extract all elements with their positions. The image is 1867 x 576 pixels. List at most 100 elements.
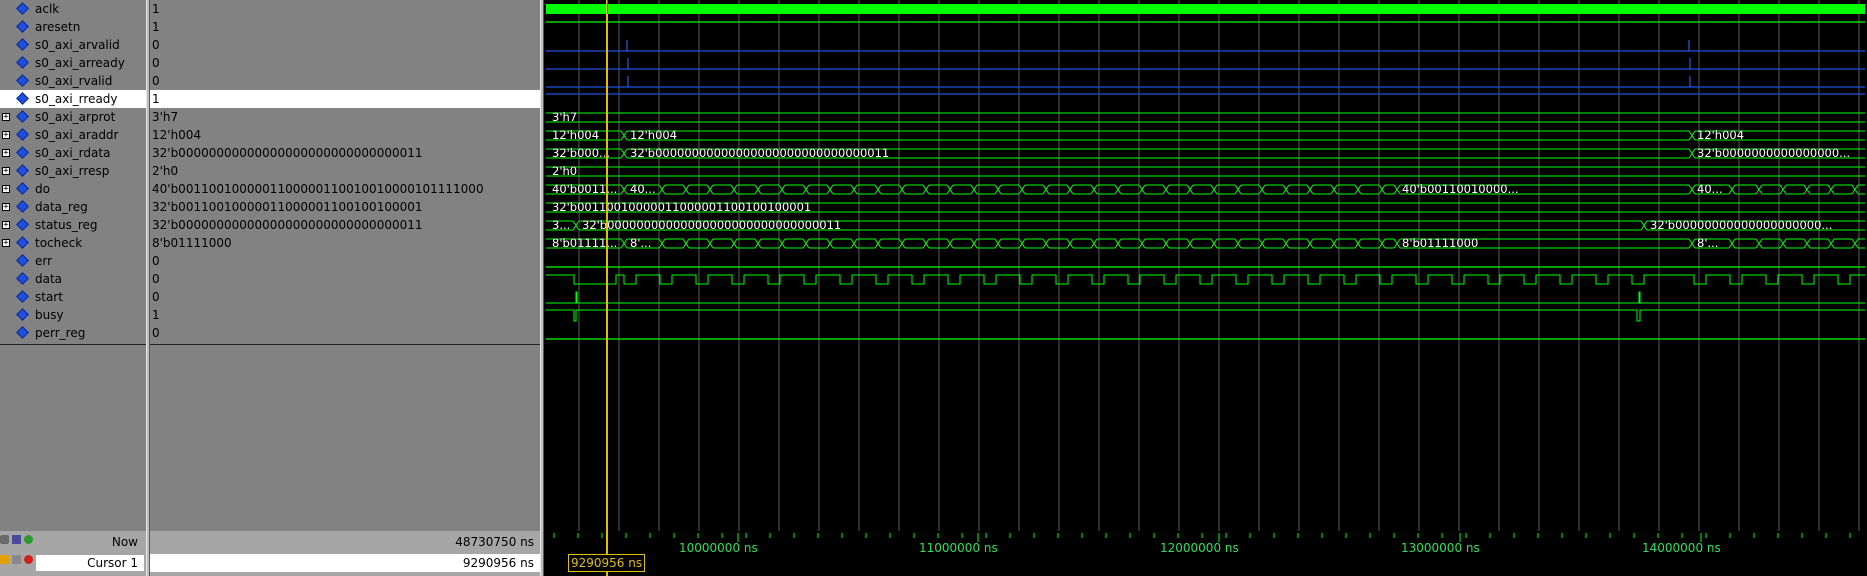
signal-name: s0_axi_arready bbox=[35, 56, 125, 70]
signal-value-busy: 1 bbox=[152, 308, 160, 322]
signal-name: do bbox=[35, 182, 50, 196]
now-label: Now bbox=[111, 535, 138, 549]
signal-name: aresetn bbox=[35, 20, 81, 34]
signal-diamond-icon bbox=[16, 20, 29, 33]
expand-icon[interactable]: + bbox=[2, 203, 10, 212]
signal-row-s0-axi-rready[interactable]: s0_axi_rready bbox=[0, 90, 146, 108]
bus-value-label: 40... bbox=[1697, 182, 1723, 196]
bus-value-label: 40... bbox=[630, 182, 656, 196]
signal-name: start bbox=[35, 290, 63, 304]
signal-row-status-reg[interactable]: + status_reg bbox=[0, 216, 146, 234]
signal-row-data-reg[interactable]: + data_reg bbox=[0, 198, 146, 216]
signal-diamond-icon bbox=[16, 56, 29, 69]
bus-value-label: 32'b0000000000000000... bbox=[1697, 146, 1850, 160]
signal-row-err[interactable]: err bbox=[0, 252, 146, 270]
footer-icons[interactable] bbox=[0, 535, 36, 547]
signal-value-tocheck: 8'b01111000 bbox=[152, 236, 232, 250]
cursor-1-value: 9290956 ns bbox=[150, 554, 540, 572]
signal-row-tocheck[interactable]: + tocheck bbox=[0, 234, 146, 252]
expand-icon[interactable]: + bbox=[2, 167, 10, 176]
bus-value-label: 12'h004 bbox=[1697, 128, 1744, 142]
expand-icon[interactable]: + bbox=[2, 239, 10, 248]
signal-name: aclk bbox=[35, 2, 60, 16]
axis-tick-label: 12000000 ns bbox=[1160, 541, 1239, 555]
signal-row-s0-axi-rresp[interactable]: + s0_axi_rresp bbox=[0, 162, 146, 180]
signal-diamond-icon bbox=[16, 92, 29, 105]
cursor-time-flag[interactable]: 9290956 ns bbox=[568, 554, 646, 572]
signal-diamond-icon bbox=[16, 254, 29, 267]
data-wave bbox=[546, 274, 1865, 285]
signal-diamond-icon bbox=[16, 164, 29, 177]
expand-icon[interactable]: + bbox=[2, 221, 10, 230]
bus-value-label: 3... bbox=[552, 218, 570, 232]
cursor-name-footer: Now Cursor 1 bbox=[0, 531, 146, 576]
bus-value-label: 32'b00000000000000000000000000000011 bbox=[630, 146, 889, 160]
signal-value-aclk: 1 bbox=[152, 2, 160, 16]
signal-row-start[interactable]: start bbox=[0, 288, 146, 306]
signal-value-s0-axi-rdata: 32'b00000000000000000000000000000011 bbox=[152, 146, 423, 160]
signal-row-perr-reg[interactable]: perr_reg bbox=[0, 324, 146, 342]
signal-value-data-reg: 32'b00110010000011000001100100100001 bbox=[152, 200, 423, 214]
signal-row-s0-axi-rdata[interactable]: + s0_axi_rdata bbox=[0, 144, 146, 162]
signal-diamond-icon bbox=[16, 146, 29, 159]
signal-row-s0-axi-rvalid[interactable]: s0_axi_rvalid bbox=[0, 72, 146, 90]
signal-value-s0-axi-araddr: 12'h004 bbox=[152, 128, 202, 142]
signal-name: s0_axi_arvalid bbox=[35, 38, 120, 52]
signal-row-busy[interactable]: busy bbox=[0, 306, 146, 324]
signal-name: err bbox=[35, 254, 53, 268]
signal-value-start: 0 bbox=[152, 290, 160, 304]
zoom-icon[interactable] bbox=[0, 535, 9, 544]
expand-icon[interactable]: + bbox=[2, 131, 10, 140]
signal-value-s0-axi-arprot: 3'h7 bbox=[152, 110, 179, 124]
waveform-pane[interactable]: 3'h7 12'h004 12'h004 12'h004 32'b000... 32'b0… bbox=[544, 0, 1867, 576]
waveform-canvas[interactable]: 3'h7 12'h004 12'h004 12'h004 32'b000... 32'b0… bbox=[544, 0, 1867, 576]
signal-row-s0-axi-arprot[interactable]: + s0_axi_arprot bbox=[0, 108, 146, 126]
signal-row-aresetn[interactable]: aresetn bbox=[0, 18, 146, 36]
bus-value-label: 32'b00000000000000000000... bbox=[1650, 218, 1832, 232]
signal-diamond-icon bbox=[16, 236, 29, 249]
delete-cursor-icon[interactable] bbox=[24, 555, 33, 564]
signal-value-aresetn: 1 bbox=[152, 20, 160, 34]
add-cursor-icon[interactable] bbox=[24, 535, 33, 544]
signal-value-s0-axi-rresp: 2'h0 bbox=[152, 164, 179, 178]
signal-name: s0_axi_rresp bbox=[35, 164, 110, 178]
expand-icon[interactable]: + bbox=[2, 149, 10, 158]
cursor-icons[interactable] bbox=[0, 555, 36, 567]
bus-value-label: 12'h004 bbox=[630, 128, 677, 142]
expand-icon[interactable]: + bbox=[2, 113, 10, 122]
expand-icon[interactable]: + bbox=[2, 185, 10, 194]
cursor-top-marker bbox=[607, 0, 608, 14]
signal-diamond-icon bbox=[16, 128, 29, 141]
signal-diamond-icon bbox=[16, 182, 29, 195]
bus-value-label: 32'b00000000000000000000000000000011 bbox=[582, 218, 841, 232]
cursor-1-line bbox=[606, 0, 608, 576]
cursor-edit-icon[interactable] bbox=[12, 555, 21, 564]
signal-row-aclk[interactable]: aclk bbox=[0, 0, 146, 18]
signal-value-pane[interactable]: 1 1 0 0 0 1 3'h7 12'h004 32'b0000000000000000000… bbox=[150, 0, 690, 576]
signal-name: busy bbox=[35, 308, 64, 322]
signal-name: data bbox=[35, 272, 63, 286]
signal-row-s0-axi-arready[interactable]: s0_axi_arready bbox=[0, 54, 146, 72]
signal-value-s0-axi-rready: 1 bbox=[150, 90, 540, 108]
busy-wave bbox=[546, 309, 1865, 322]
cursor-1-label[interactable]: Cursor 1 bbox=[36, 555, 144, 571]
cursor-value-footer: 48730750 ns 9290956 ns bbox=[150, 531, 540, 576]
signal-value-s0-axi-rvalid: 0 bbox=[152, 74, 160, 88]
aclk-wave bbox=[546, 4, 1865, 14]
signal-name: data_reg bbox=[35, 200, 88, 214]
signal-diamond-icon bbox=[16, 218, 29, 231]
signal-name-pane[interactable]: aclk aresetn s0_axi_arvalid s0_axi_arreadys… bbox=[0, 0, 540, 576]
signal-row-do[interactable]: + do bbox=[0, 180, 146, 198]
cursor-lock-icon[interactable] bbox=[0, 555, 9, 564]
lock-icon[interactable] bbox=[12, 535, 21, 544]
bus-value-label: 12'h004 bbox=[552, 128, 599, 142]
signal-name: s0_axi_rvalid bbox=[35, 74, 113, 88]
signal-diamond-icon bbox=[16, 308, 29, 321]
signal-value-s0-axi-arvalid: 0 bbox=[152, 38, 160, 52]
bus-value-label: 40'b00110010000... bbox=[1402, 182, 1519, 196]
signal-row-data[interactable]: data bbox=[0, 270, 146, 288]
signal-row-s0-axi-arvalid[interactable]: s0_axi_arvalid bbox=[0, 36, 146, 54]
signal-value-err: 0 bbox=[152, 254, 160, 268]
signal-diamond-icon bbox=[16, 200, 29, 213]
signal-row-s0-axi-araddr[interactable]: + s0_axi_araddr bbox=[0, 126, 146, 144]
